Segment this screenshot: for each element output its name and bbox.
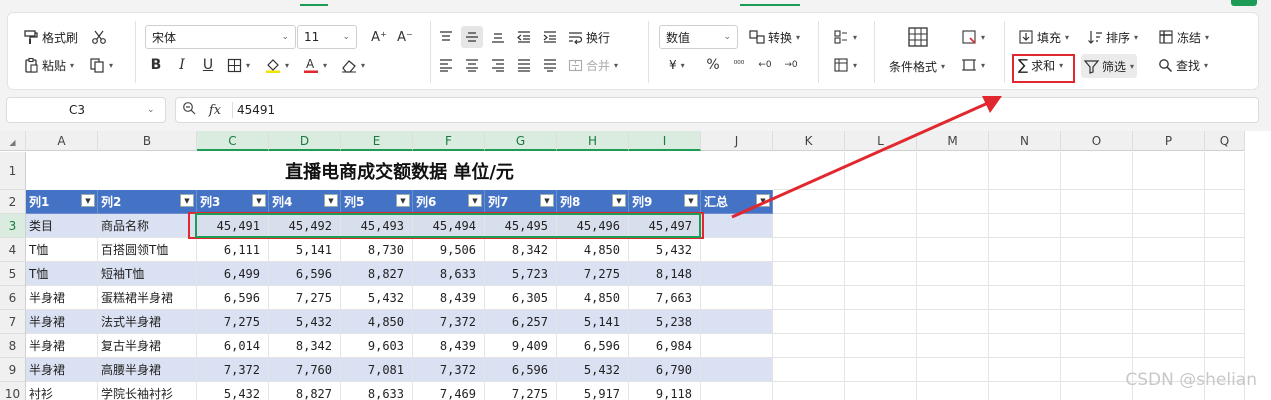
arrow-line	[731, 101, 989, 219]
annotation-arrow	[731, 96, 1002, 219]
watermark: CSDN @shelian	[1125, 370, 1257, 390]
spreadsheet-app: 格式刷 粘贴 ▾ ▾ 宋体 ⌄ 11 ⌄ A⁺ A⁻ B I U ▾ ▾ A ▾…	[0, 0, 1271, 400]
